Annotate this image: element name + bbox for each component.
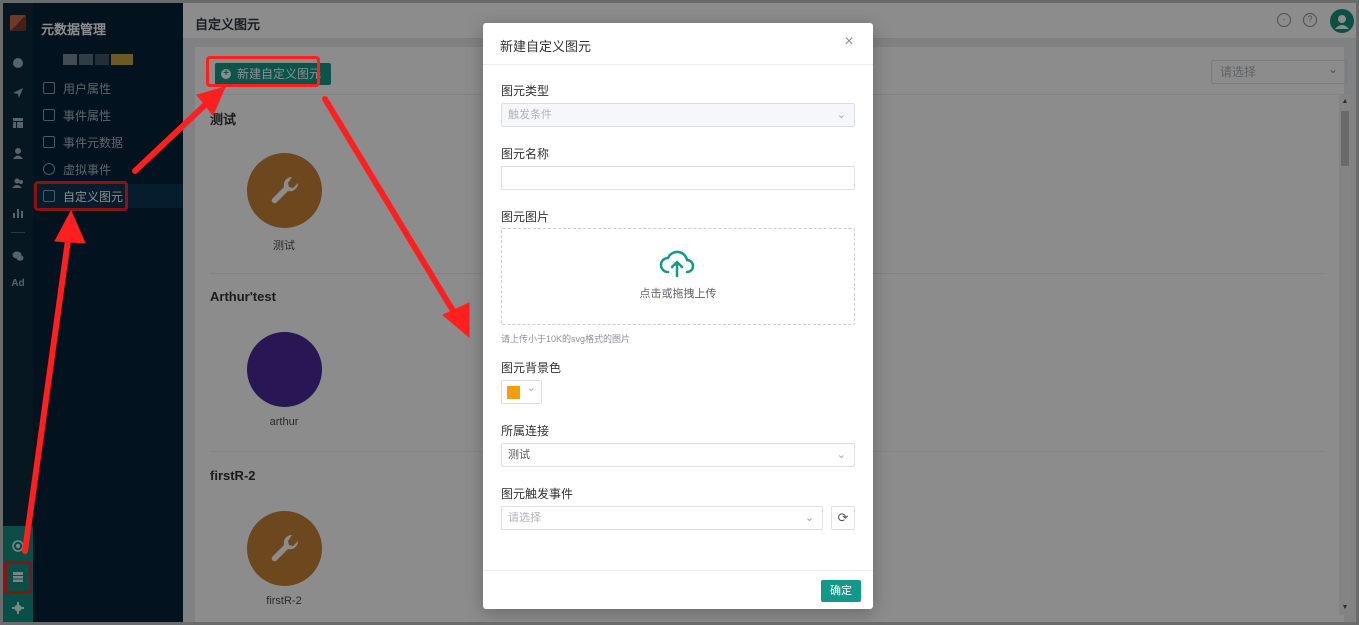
image-label: 图元图片 xyxy=(501,210,550,224)
upload-text: 点击或拖拽上传 xyxy=(639,288,717,300)
chevron-down-icon: ⌄ xyxy=(836,109,846,121)
connection-value: 测试 xyxy=(508,449,530,461)
dialog-footer: 确定 xyxy=(483,570,873,609)
chevron-down-icon: ⌄ xyxy=(804,512,814,524)
new-button-annotation-box xyxy=(206,56,320,87)
type-value: 触发条件 xyxy=(508,109,552,121)
connection-label: 所属连接 xyxy=(501,424,550,438)
type-label: 图元类型 xyxy=(501,84,550,98)
event-select[interactable]: 请选择 ⌄ xyxy=(501,506,823,530)
confirm-button[interactable]: 确定 xyxy=(821,580,861,602)
connection-select[interactable]: 测试 ⌄ xyxy=(501,443,855,467)
dialog-title: 新建自定义图元 xyxy=(500,39,592,54)
bg-color-picker[interactable]: ⌄ xyxy=(501,380,542,404)
bg-color-label: 图元背景色 xyxy=(501,361,562,375)
event-label: 图元触发事件 xyxy=(501,487,574,501)
app-window: Ad 元数据管理 用户属性 事件属性 事件元数据 虚拟事件 自定义图元 自定义图… xyxy=(0,0,1359,625)
event-placeholder: 请选择 xyxy=(508,512,541,524)
refresh-button[interactable]: ⟳ xyxy=(831,506,855,530)
upload-hint: 请上传小于10K的svg格式的图片 xyxy=(501,334,631,344)
name-input[interactable] xyxy=(501,166,855,190)
close-icon[interactable]: × xyxy=(841,34,857,50)
image-upload-area[interactable]: 点击或拖拽上传 xyxy=(501,228,855,325)
cloud-upload-icon xyxy=(659,250,695,278)
chevron-down-icon: ⌄ xyxy=(836,449,846,461)
dialog-header: 新建自定义图元 × xyxy=(483,23,873,65)
new-element-dialog: 新建自定义图元 × 图元类型 触发条件 ⌄ 图元名称 图元图片 点击或拖拽上传 请… xyxy=(483,23,873,609)
chevron-down-icon: ⌄ xyxy=(527,383,536,394)
type-select: 触发条件 ⌄ xyxy=(501,103,855,127)
color-swatch xyxy=(507,386,520,399)
refresh-icon: ⟳ xyxy=(837,510,849,525)
name-label: 图元名称 xyxy=(501,147,550,161)
